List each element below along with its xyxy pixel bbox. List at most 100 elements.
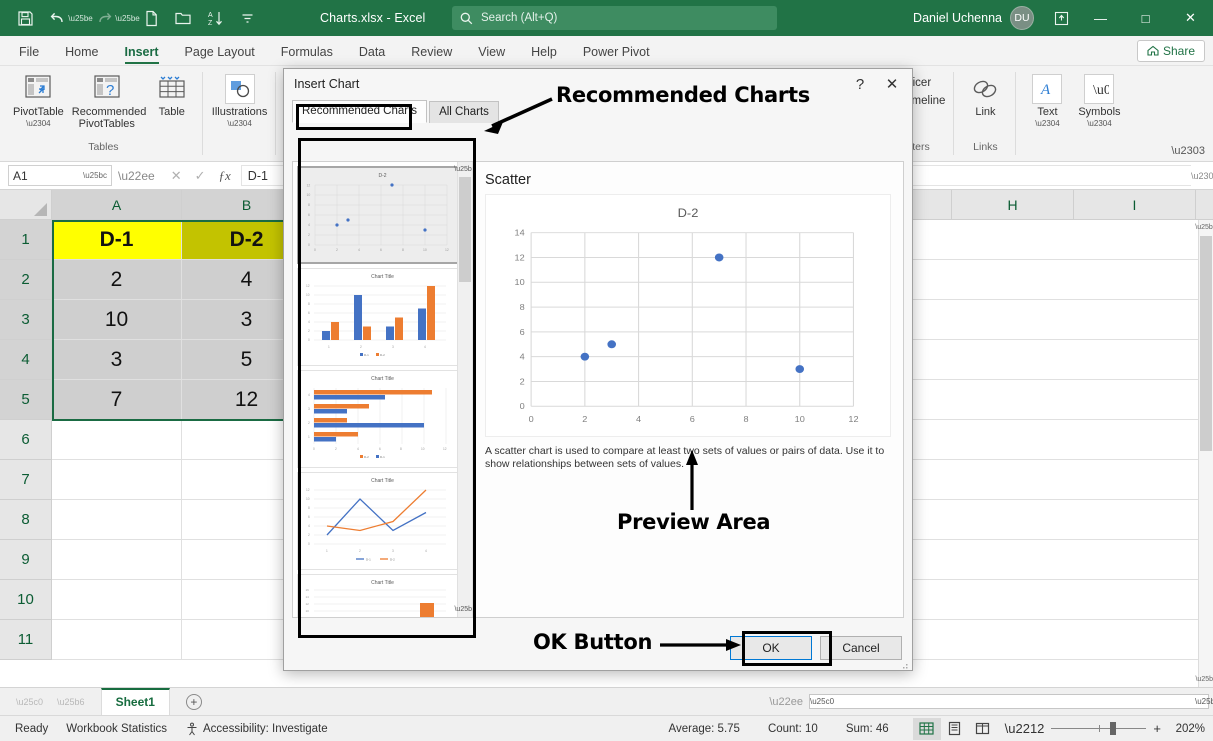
avatar[interactable]: DU <box>1010 6 1034 30</box>
tab-all-charts[interactable]: All Charts <box>429 101 499 123</box>
horizontal-scrollbar[interactable]: \u25c0 \u25b6 <box>809 694 1209 709</box>
workbook-statistics-button[interactable]: Workbook Statistics <box>57 723 176 735</box>
row-header-7[interactable]: 7 <box>0 460 52 500</box>
text-dropdown-icon[interactable]: \u2304 <box>1035 119 1059 128</box>
symbols-button[interactable]: \u03a9 Symbols \u2304 <box>1073 70 1125 130</box>
thumbnail-scrollbar[interactable]: \u25b2 \u25bc <box>457 162 472 617</box>
scroll-split-handle[interactable]: \u22ee <box>769 696 803 708</box>
cancel-edit-icon[interactable]: ✕ <box>171 168 182 184</box>
row-header-3[interactable]: 3 <box>0 300 52 340</box>
tab-file[interactable]: File <box>6 41 52 65</box>
confirm-edit-icon[interactable]: ✓ <box>195 168 206 184</box>
row-header-4[interactable]: 4 <box>0 340 52 380</box>
redo-dropdown-icon[interactable]: \u25be <box>121 4 134 32</box>
zoom-thumb[interactable] <box>1110 722 1116 735</box>
save-icon[interactable] <box>10 4 40 32</box>
tab-page-layout[interactable]: Page Layout <box>172 41 268 65</box>
thumbnail-scroll-up-icon[interactable]: \u25b2 <box>458 162 472 177</box>
list-item[interactable]: Chart Title 0246 81012 1234 D-1 <box>297 268 468 366</box>
cell-a4[interactable]: 3 <box>52 340 182 380</box>
zoom-level[interactable]: 202% <box>1169 723 1209 735</box>
cell-a8[interactable] <box>52 500 182 540</box>
collapse-ribbon-icon[interactable]: \u2303 <box>1171 145 1205 157</box>
zoom-slider[interactable]: \u2212 + <box>1005 721 1161 736</box>
cell-a6[interactable] <box>52 420 182 460</box>
accessibility-button[interactable]: Accessibility: Investigate <box>176 722 337 736</box>
pivottable-button[interactable]: PivotTable \u2304 <box>9 70 68 130</box>
list-item[interactable]: D-2 0246 81012 0246 81012 <box>297 166 468 264</box>
name-box[interactable]: A1 \u25bc <box>8 165 112 186</box>
hscroll-left-arrow[interactable]: \u25c0 <box>810 697 823 706</box>
dialog-close-icon[interactable]: ✕ <box>876 71 908 97</box>
share-button[interactable]: Share <box>1137 40 1205 62</box>
open-icon[interactable] <box>168 4 198 32</box>
cell-a11[interactable] <box>52 620 182 660</box>
new-icon[interactable] <box>136 4 166 32</box>
thumbnail-scroll-down-icon[interactable]: \u25bc <box>458 602 472 617</box>
ok-button[interactable]: OK <box>730 636 812 660</box>
list-item[interactable]: Chart Title 0246 810121416 <box>297 574 468 617</box>
cell-a9[interactable] <box>52 540 182 580</box>
tab-view[interactable]: View <box>465 41 518 65</box>
status-count[interactable]: Count: 10 <box>754 723 832 735</box>
recommended-pivottables-button[interactable]: ? Recommended PivotTables <box>68 70 146 132</box>
vertical-scroll-thumb[interactable] <box>1200 236 1212 451</box>
column-header-h[interactable]: H <box>952 190 1074 219</box>
illustrations-dropdown-icon[interactable]: \u2304 <box>227 119 251 128</box>
sheet-prev-icon[interactable]: \u25c0 <box>16 697 43 707</box>
scroll-down-arrow[interactable]: \u25bc <box>1199 672 1213 687</box>
cell-a2[interactable]: 2 <box>52 260 182 300</box>
tab-insert[interactable]: Insert <box>112 41 172 65</box>
scroll-up-arrow[interactable]: \u25b2 <box>1199 220 1213 235</box>
normal-view-icon[interactable] <box>913 718 941 740</box>
tab-formulas[interactable]: Formulas <box>268 41 346 65</box>
cancel-button[interactable]: Cancel <box>820 636 902 660</box>
status-sum[interactable]: Sum: 46 <box>832 723 903 735</box>
row-header-8[interactable]: 8 <box>0 500 52 540</box>
undo-dropdown-icon[interactable]: \u25be <box>74 4 87 32</box>
select-all-corner[interactable] <box>0 190 52 219</box>
list-item[interactable]: Chart Title 4321 0246 81012 D-2 <box>297 370 468 468</box>
sheet-next-icon[interactable]: \u25b6 <box>57 697 85 707</box>
add-sheet-button[interactable]: + <box>186 694 202 710</box>
link-button[interactable]: Link <box>959 70 1011 120</box>
row-header-11[interactable]: 11 <box>0 620 52 660</box>
symbols-dropdown-icon[interactable]: \u2304 <box>1087 119 1111 128</box>
row-header-10[interactable]: 10 <box>0 580 52 620</box>
row-header-2[interactable]: 2 <box>0 260 52 300</box>
cell-a1[interactable]: D-1 <box>52 220 182 260</box>
text-button[interactable]: A Text \u2304 <box>1021 70 1073 130</box>
tab-power-pivot[interactable]: Power Pivot <box>570 41 663 65</box>
zoom-in-button[interactable]: + <box>1153 721 1161 736</box>
illustrations-button[interactable]: Illustrations \u2304 <box>208 70 272 130</box>
cell-a3[interactable]: 10 <box>52 300 182 340</box>
tab-review[interactable]: Review <box>398 41 465 65</box>
table-button[interactable]: Table <box>146 70 198 120</box>
customize-qat-icon[interactable] <box>232 4 262 32</box>
expand-formula-bar-icon[interactable]: \u2304 <box>1191 171 1209 181</box>
hscroll-right-arrow[interactable]: \u25b6 <box>1195 697 1208 706</box>
close-button[interactable]: ✕ <box>1168 0 1213 36</box>
row-header-9[interactable]: 9 <box>0 540 52 580</box>
minimize-button[interactable]: — <box>1078 0 1123 36</box>
column-header-i[interactable]: I <box>1074 190 1196 219</box>
zoom-track[interactable] <box>1051 728 1146 729</box>
column-header-a[interactable]: A <box>52 190 182 219</box>
dialog-help-icon[interactable]: ? <box>844 71 876 97</box>
zoom-out-button[interactable]: \u2212 <box>1005 721 1045 736</box>
formula-bar-handle[interactable]: \u22ee <box>118 169 155 183</box>
tab-help[interactable]: Help <box>518 41 570 65</box>
tab-recommended-charts[interactable]: Recommended Charts <box>292 100 427 123</box>
list-item[interactable]: Chart Title 0246 81012 1234 D-1 D-2 <box>297 472 468 570</box>
sort-az-icon[interactable]: AZ <box>200 4 230 32</box>
cell-a7[interactable] <box>52 460 182 500</box>
dialog-resize-grip[interactable] <box>899 657 909 667</box>
page-layout-icon[interactable] <box>941 718 969 740</box>
insert-function-icon[interactable]: ƒx <box>219 168 231 184</box>
tab-data[interactable]: Data <box>346 41 398 65</box>
cell-a5[interactable]: 7 <box>52 380 182 420</box>
status-average[interactable]: Average: 5.75 <box>655 723 754 735</box>
sheet-tab-sheet1[interactable]: Sheet1 <box>101 688 170 715</box>
tab-home[interactable]: Home <box>52 41 111 65</box>
row-header-1[interactable]: 1 <box>0 220 52 260</box>
